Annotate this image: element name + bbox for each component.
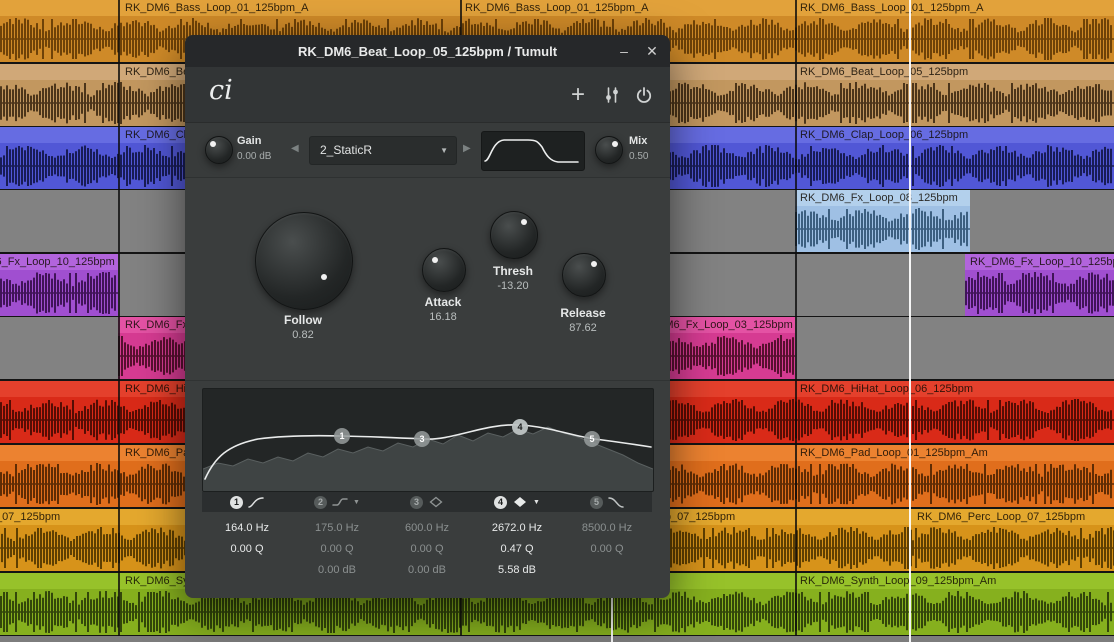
band-1-q[interactable]: 0.00 Q: [202, 539, 292, 560]
band-3-q[interactable]: 0.00 Q: [382, 539, 472, 560]
daw-arrangement-view: RK_DM6_Bass_Loop_01_125bpm_A RK_DM6_Bass…: [0, 0, 1114, 642]
chevron-down-icon: ▼: [353, 499, 360, 506]
band-number: 3: [410, 496, 423, 509]
preset-name: 2_StaticR: [320, 137, 372, 164]
next-preset-icon[interactable]: ▶: [463, 143, 471, 154]
eq-band-4-selector[interactable]: 4 ▼: [472, 496, 562, 509]
bell-filled-icon: [512, 496, 528, 508]
clip-label: RK_DM6_Fx_Loop_10_125bpm: [0, 256, 115, 268]
follow-caption: Follow 0.82: [255, 313, 351, 341]
release-caption: Release 87.62: [553, 306, 613, 334]
bell-icon: [428, 496, 444, 508]
mix-value: 0.50: [629, 151, 648, 162]
thresh-caption: Thresh -13.20: [483, 264, 543, 292]
follow-knob[interactable]: [255, 212, 353, 310]
eq-node-3[interactable]: 3: [414, 431, 430, 447]
highpass-icon: [248, 496, 264, 508]
envelope-curve-display: [481, 131, 585, 171]
band-3-freq[interactable]: 600.0 Hz: [382, 518, 472, 539]
playhead-line[interactable]: [909, 0, 911, 642]
minimize-button[interactable]: –: [612, 35, 636, 67]
gain-value: 0.00 dB: [237, 151, 271, 162]
waveform: [795, 206, 970, 252]
close-button[interactable]: ✕: [640, 35, 664, 67]
thresh-knob[interactable]: [490, 211, 538, 259]
bar-gridline: [795, 0, 797, 636]
attack-knob[interactable]: [422, 248, 466, 292]
band-5-q[interactable]: 0.00 Q: [562, 539, 652, 560]
gain-knob[interactable]: [205, 136, 233, 164]
attack-caption: Attack 16.18: [413, 295, 473, 323]
clip-label: RK_DM6_HiHat_Loop_06_125bpm: [800, 383, 973, 395]
arrangement-footer: [0, 636, 1114, 642]
band-2-freq[interactable]: 175.0 Hz: [292, 518, 382, 539]
shelf-icon: [332, 496, 348, 508]
band-1-gain: [202, 560, 292, 581]
settings-sliders-icon[interactable]: [598, 67, 626, 122]
preset-dropdown[interactable]: 2_StaticR ▼: [309, 136, 457, 165]
mix-knob[interactable]: [595, 136, 623, 164]
band-5-gain: [562, 560, 652, 581]
band-4-gain[interactable]: 5.58 dB: [472, 560, 562, 581]
lowpass-icon: [608, 496, 624, 508]
band-2-gain[interactable]: 0.00 dB: [292, 560, 382, 581]
clip-label: RK_DM6_Fx_Loop_10_125bpm: [970, 256, 1114, 268]
band-2-q[interactable]: 0.00 Q: [292, 539, 382, 560]
band-number: 2: [314, 496, 327, 509]
clip-label: RK_DM6_Perc_Loop_07_125bpm: [0, 511, 60, 523]
eq-section: 1 3 4 5 1 2 ▼: [185, 380, 670, 581]
clip-label: RK_DM6_Clap_Loop_06_125bpm: [800, 129, 968, 141]
eq-node-5[interactable]: 5: [584, 431, 600, 447]
eq-values-grid: 164.0 Hz 175.0 Hz 600.0 Hz 2672.0 Hz 850…: [202, 518, 653, 581]
chevron-down-icon: ▼: [440, 137, 448, 164]
band-3-gain[interactable]: 0.00 dB: [382, 560, 472, 581]
band-4-q[interactable]: 0.47 Q: [472, 539, 562, 560]
plugin-title: RK_DM6_Beat_Loop_05_125bpm / Tumult: [298, 44, 557, 59]
band-4-freq[interactable]: 2672.0 Hz: [472, 518, 562, 539]
eq-display[interactable]: 1 3 4 5: [202, 388, 654, 492]
clip-label: RK_DM6_Bass_Loop_01_125bpm_A: [800, 2, 983, 14]
waveform: [912, 525, 1114, 571]
release-knob[interactable]: [562, 253, 606, 297]
clip-label: RK_DM6_Synth_Loop_09_125bpm_Am: [800, 575, 996, 587]
gain-label: Gain: [237, 135, 261, 147]
band-1-freq[interactable]: 164.0 Hz: [202, 518, 292, 539]
power-icon[interactable]: [630, 67, 658, 122]
eq-band-1-selector[interactable]: 1: [202, 496, 292, 509]
eq-node-4[interactable]: 4: [512, 419, 528, 435]
clip-label: RK_DM6_Perc_Loop_07_125bpm: [917, 511, 1085, 523]
dynamics-panel: Follow 0.82 Attack 16.18 Thresh -13.20: [185, 178, 670, 380]
clip-label: RK_DM6_Beat_Loop_05_125bpm: [800, 66, 968, 78]
eq-band-3-selector[interactable]: 3: [382, 496, 472, 509]
clip-label: RK_DM6_Fx_Loop_08_125bpm: [800, 192, 958, 204]
clip-label: RK_DM6_Bass_Loop_01_125bpm_A: [125, 2, 308, 14]
plugin-header: ci +: [185, 67, 670, 123]
add-icon[interactable]: +: [564, 67, 592, 122]
band-5-freq[interactable]: 8500.0 Hz: [562, 518, 652, 539]
eq-band-5-selector[interactable]: 5: [562, 496, 652, 509]
waveform: [965, 270, 1114, 316]
mix-label: Mix: [629, 135, 647, 147]
band-number: 5: [590, 496, 603, 509]
plugin-window: RK_DM6_Beat_Loop_05_125bpm / Tumult – ✕ …: [185, 35, 670, 598]
waveform: [0, 270, 118, 316]
eq-band-selector-row: 1 2 ▼ 3: [202, 492, 652, 512]
band-number: 4: [494, 496, 507, 509]
band-number: 1: [230, 496, 243, 509]
eq-node-1[interactable]: 1: [334, 428, 350, 444]
bar-gridline: [118, 0, 120, 636]
brand-logo: ci: [209, 75, 233, 106]
clip-label: RK_DM6_Pad_Loop_01_125bpm_Am: [800, 447, 988, 459]
plugin-titlebar[interactable]: RK_DM6_Beat_Loop_05_125bpm / Tumult – ✕: [185, 35, 670, 67]
chevron-down-icon: ▼: [533, 499, 540, 506]
preset-bar: Gain 0.00 dB ◀ 2_StaticR ▼ ▶ Mix 0.50: [185, 123, 670, 178]
clip-label: RK_DM6_Bass_Loop_01_125bpm_A: [465, 2, 648, 14]
prev-preset-icon[interactable]: ◀: [291, 143, 299, 154]
eq-band-2-selector[interactable]: 2 ▼: [292, 496, 382, 509]
